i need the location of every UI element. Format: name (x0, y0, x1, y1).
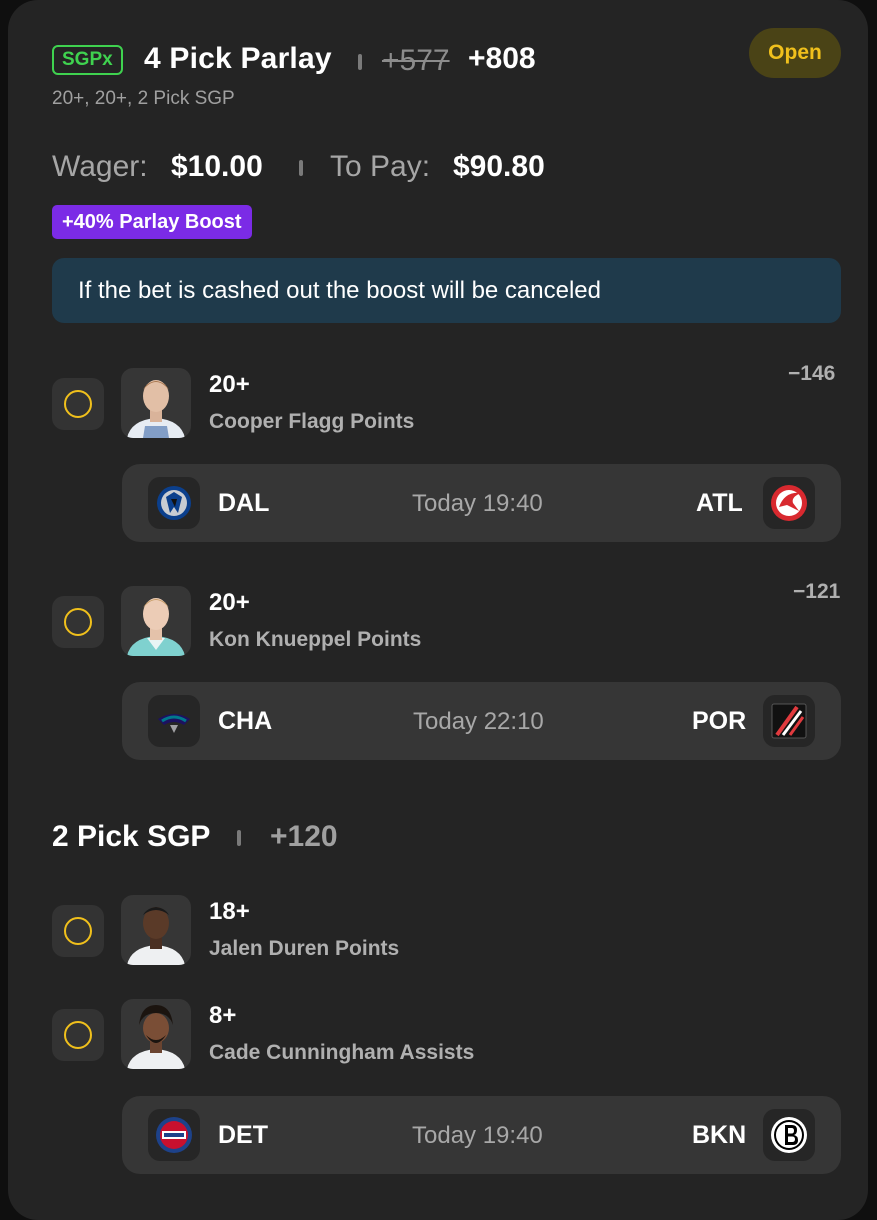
sgpx-badge: SGPx (52, 45, 123, 75)
away-team: POR (692, 707, 747, 735)
leg-status-indicator (52, 596, 104, 648)
sgp-title: 2 Pick SGP (52, 820, 211, 853)
leg-player-market: Cade Cunningham Assists (209, 1041, 475, 1064)
original-odds: +577 (382, 44, 450, 77)
leg-line: 18+ (209, 898, 250, 925)
pending-circle-icon (64, 917, 92, 945)
player-headshot (121, 895, 191, 965)
home-team: DET (218, 1121, 268, 1149)
away-team: ATL (696, 489, 743, 517)
status-badge: Open (749, 28, 841, 78)
pending-circle-icon (64, 390, 92, 418)
hawks-logo-icon (763, 477, 815, 529)
wager-value: $10.00 (171, 150, 263, 183)
blazers-logo-icon (763, 695, 815, 747)
topay-value: $90.80 (453, 150, 545, 183)
divider (358, 54, 362, 70)
away-team: BKN (692, 1121, 747, 1149)
player-headshot-icon (127, 598, 185, 656)
bet-title: 4 Pick Parlay (144, 42, 332, 75)
leg-status-indicator (52, 378, 104, 430)
leg-player-market: Cooper Flagg Points (209, 410, 415, 433)
boosted-odds: +808 (468, 42, 536, 75)
home-team: CHA (218, 707, 273, 735)
leg-line: 20+ (209, 371, 250, 398)
leg-player-market: Kon Knueppel Points (209, 628, 422, 651)
leg-status-indicator (52, 905, 104, 957)
sgp-odds: +120 (270, 820, 338, 853)
player-headshot (121, 999, 191, 1069)
parlay-boost-badge: +40% Parlay Boost (52, 205, 252, 239)
game-time: Today 19:40 (412, 1122, 543, 1149)
bet-card: SGPx 4 Pick Parlay +577 +808 20+, 20+, 2… (8, 0, 868, 1220)
leg-line: 20+ (209, 589, 250, 616)
leg-odds: −121 (793, 580, 841, 603)
hornets-logo-icon (148, 695, 200, 747)
game-matchup-row[interactable]: DET Today 19:40 BKN (122, 1096, 841, 1174)
divider (237, 830, 241, 846)
home-team: DAL (218, 489, 270, 517)
bet-subtitle: 20+, 20+, 2 Pick SGP (52, 88, 235, 109)
pistons-logo-icon (148, 1109, 200, 1161)
wager-label: Wager: (52, 150, 148, 183)
leg-line: 8+ (209, 1002, 237, 1029)
game-matchup-row[interactable]: CHA Today 22:10 POR (122, 682, 841, 760)
leg-odds: −146 (788, 362, 836, 385)
nets-logo-icon (763, 1109, 815, 1161)
player-headshot-icon (127, 1005, 185, 1069)
mavericks-logo-icon (148, 477, 200, 529)
leg-status-indicator (52, 1009, 104, 1061)
player-headshot (121, 586, 191, 656)
pending-circle-icon (64, 608, 92, 636)
leg-player-market: Jalen Duren Points (209, 937, 400, 960)
divider (299, 160, 303, 176)
game-time: Today 19:40 (412, 490, 543, 517)
pending-circle-icon (64, 1021, 92, 1049)
player-headshot-icon (127, 907, 185, 965)
game-matchup-row[interactable]: DAL Today 19:40 ATL (122, 464, 841, 542)
player-headshot-icon (127, 380, 185, 438)
cashout-notice: If the bet is cashed out the boost will … (52, 258, 841, 323)
topay-label: To Pay: (330, 150, 431, 183)
player-headshot (121, 368, 191, 438)
game-time: Today 22:10 (413, 708, 544, 735)
